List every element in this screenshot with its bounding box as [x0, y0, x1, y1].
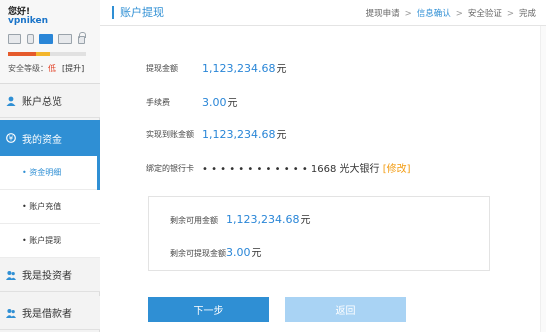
nav-my-funds[interactable]: ¥ 我的资金 — [0, 120, 100, 156]
security-level: 安全等级：低 [提升] — [8, 63, 84, 74]
svg-text:¥: ¥ — [9, 135, 14, 143]
available-value: 1,123,234.68元 — [226, 213, 311, 226]
bullet-icon: • — [22, 168, 30, 177]
bullet-icon: • — [22, 202, 30, 211]
fee-value: 3.00元 — [202, 96, 238, 109]
upgrade-link[interactable]: [提升] — [62, 64, 84, 73]
step-apply: 提现申请 — [365, 9, 400, 19]
bank-card-icon[interactable] — [58, 34, 72, 44]
nav-label: 我是投资者 — [22, 271, 72, 282]
money-icon: ¥ — [6, 133, 16, 143]
borrower-icon — [6, 308, 16, 318]
step-confirm: 信息确认 — [416, 9, 451, 19]
chevron-right-icon: > — [404, 9, 412, 19]
step-breadcrumb: 提现申请 > 信息确认 > 安全验证 > 完成 — [366, 7, 536, 19]
step-verify: 安全验证 — [467, 9, 502, 19]
received-value: 1,123,234.68元 — [202, 128, 287, 141]
verification-icons — [8, 32, 96, 46]
user-info-panel: 您好! vpniken 安全等级：低 [提升] — [0, 0, 100, 84]
next-button[interactable]: 下一步 — [148, 297, 269, 322]
available-label: 剩余可用金额 — [170, 216, 218, 225]
phone-icon[interactable] — [27, 34, 34, 44]
sub-item-fund-detail[interactable]: • 资金明细 — [0, 156, 100, 190]
security-bar — [8, 52, 86, 56]
nav-investor[interactable]: 我是投资者 — [0, 258, 100, 292]
nav-account-overview[interactable]: 账户总览 — [0, 84, 100, 118]
investor-icon — [6, 270, 16, 280]
withdrawable-label: 剩余可提现金额 — [170, 249, 226, 258]
balance-summary: 剩余可用金额 1,123,234.68元 剩余可提现金额 3.00元 — [148, 196, 490, 271]
username: vpniken — [8, 16, 49, 26]
security-label: 安全等级： — [8, 64, 48, 73]
modify-card-link[interactable]: [修改] — [383, 164, 411, 175]
nav-label: 我是借款者 — [22, 309, 72, 320]
amount-label: 提现金额 — [146, 64, 178, 73]
mail-icon[interactable] — [39, 34, 53, 44]
fee-label: 手续费 — [146, 98, 170, 107]
scrollbar[interactable] — [540, 26, 546, 332]
chevron-right-icon: > — [455, 9, 463, 19]
page-title: 账户提现 — [112, 6, 164, 19]
id-card-icon[interactable] — [8, 34, 21, 44]
sidebar: 您好! vpniken 安全等级：低 [提升] 账户总览 ¥ 我的资金 • 资金明… — [0, 0, 100, 332]
received-label: 实现到账金额 — [146, 130, 194, 139]
amount-value: 1,123,234.68元 — [202, 62, 287, 75]
back-button[interactable]: 返回 — [285, 297, 406, 322]
lock-icon[interactable] — [78, 32, 86, 44]
bank-card-label: 绑定的银行卡 — [146, 164, 194, 173]
bullet-icon: • — [22, 236, 30, 245]
withdrawable-value: 3.00元 — [226, 246, 262, 259]
chevron-right-icon: > — [506, 9, 514, 19]
sub-item-recharge[interactable]: • 账户充值 — [0, 190, 100, 224]
user-icon — [6, 96, 16, 106]
nav-borrower[interactable]: 我是借款者 — [0, 296, 100, 330]
bank-card-value: • • • • • • • • • • • • 1668 光大银行 [修改] — [202, 164, 411, 175]
nav-label: 账户总览 — [22, 97, 62, 108]
sub-item-withdraw[interactable]: • 账户提现 — [0, 224, 100, 258]
nav-label: 我的资金 — [22, 134, 62, 146]
step-done: 完成 — [518, 9, 536, 19]
security-level-value: 低 — [48, 64, 56, 73]
